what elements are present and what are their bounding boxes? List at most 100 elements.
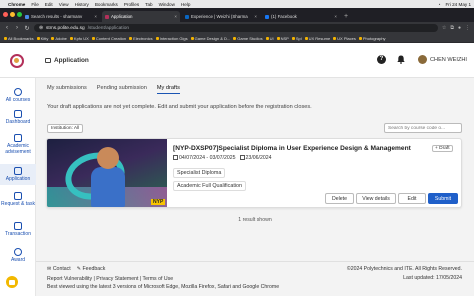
profile-icon[interactable]: ●: [458, 25, 461, 31]
sidebar-item-application[interactable]: Application: [0, 164, 36, 185]
tab-label: Application: [111, 14, 133, 19]
chat-icon[interactable]: [4, 274, 20, 290]
course-date-range: 04/07/2024 - 03/07/2025: [179, 155, 236, 161]
course-type-chip: Specialist Diploma: [173, 168, 226, 178]
bookmark-item[interactable]: Electronics: [129, 36, 153, 41]
bookmark-item[interactable]: UI: [265, 36, 274, 41]
back-icon[interactable]: ‹: [4, 25, 10, 31]
request-icon: [14, 192, 22, 200]
menu-view[interactable]: View: [59, 2, 69, 7]
extensions-icon[interactable]: ⧉: [450, 25, 454, 31]
institution-filter[interactable]: Institution: All: [47, 124, 84, 133]
advisement-icon: [14, 134, 22, 142]
address-bar[interactable]: ⊜ stms.polite.edu.sg/student/application: [34, 24, 438, 32]
view-details-button[interactable]: View details: [356, 193, 396, 204]
menu-file[interactable]: File: [31, 2, 38, 7]
bookmark-item[interactable]: NSP: [276, 36, 289, 41]
bookmark-folder-icon: [304, 36, 308, 40]
feedback-link[interactable]: ✎ Feedback: [77, 266, 106, 272]
reload-icon[interactable]: ↻: [24, 25, 30, 32]
course-search-input[interactable]: [384, 123, 462, 133]
tab-pending-submission[interactable]: Pending submission: [97, 85, 147, 94]
menu-edit[interactable]: Edit: [45, 2, 53, 7]
browser-tab-application[interactable]: Application ×: [102, 11, 180, 22]
close-tab-icon[interactable]: ×: [94, 14, 97, 19]
bookmark-folder-icon: [190, 36, 194, 40]
bookmark-item[interactable]: Content Creation: [91, 36, 126, 41]
tab-favicon-icon: [25, 14, 29, 19]
delete-button[interactable]: Delete: [325, 193, 354, 204]
qualification-chip: Academic Full Qualification: [173, 181, 247, 191]
application-icon: [45, 58, 51, 63]
application-tabs: My submissions Pending submission My dra…: [47, 85, 180, 94]
bookmark-folder-icon: [291, 36, 295, 40]
sidebar-item-dashboard[interactable]: Dashboard: [0, 110, 36, 125]
zoom-window-icon[interactable]: [17, 12, 22, 17]
tab-my-drafts[interactable]: My drafts: [156, 85, 180, 94]
close-tab-icon[interactable]: ×: [334, 14, 337, 19]
wifi-icon[interactable]: ◔: [438, 2, 441, 7]
menu-help[interactable]: Help: [181, 2, 190, 7]
bookmark-item[interactable]: UX Places: [333, 36, 356, 41]
browser-tab-experience[interactable]: Experience | Weizhi (Sharma ×: [182, 11, 260, 22]
page-title: Application: [45, 57, 89, 64]
help-icon[interactable]: ?: [377, 55, 386, 64]
tab-my-submissions[interactable]: My submissions: [47, 85, 87, 94]
sidebar-item-award[interactable]: Award: [0, 248, 36, 263]
new-tab-icon[interactable]: +: [344, 11, 348, 22]
sidebar-item-request-task[interactable]: Request & task: [0, 192, 36, 207]
footer-policy-links[interactable]: Report Vulnerability | Privacy Statement…: [47, 276, 173, 282]
bookmark-folder-icon: [265, 36, 269, 40]
edit-button[interactable]: Edit: [398, 193, 426, 204]
menu-window[interactable]: Window: [159, 2, 175, 7]
bookmark-folder-icon: [4, 36, 7, 40]
bookmark-item[interactable]: Kpfo UX: [69, 36, 89, 41]
sidebar-item-all-courses[interactable]: All courses: [0, 88, 36, 103]
course-thumbnail: [47, 139, 167, 207]
bookmark-item[interactable]: Adobe: [51, 36, 67, 41]
sidebar-item-transaction[interactable]: Transaction: [0, 222, 36, 237]
plus-icon: +: [435, 146, 438, 151]
bookmark-item[interactable]: Kitty: [36, 36, 48, 41]
bookmark-item[interactable]: UX Resume: [304, 36, 330, 41]
menubar-clock[interactable]: Fri 24 May 1: [445, 2, 471, 7]
minimize-window-icon[interactable]: [10, 12, 15, 17]
browser-tab-facebook[interactable]: (1) Facebook ×: [262, 11, 340, 22]
bookmark-item[interactable]: Game Studios: [233, 36, 263, 41]
close-window-icon[interactable]: [3, 12, 8, 17]
close-tab-icon[interactable]: ×: [254, 14, 257, 19]
user-name[interactable]: CHEN WEIZHI: [430, 57, 467, 63]
menu-app[interactable]: Chrome: [8, 2, 25, 7]
bookmark-folder-icon: [36, 36, 40, 40]
star-icon[interactable]: ☆: [442, 25, 446, 31]
award-icon: [14, 248, 22, 256]
bookmark-item[interactable]: Interaction Gigs: [155, 36, 188, 41]
menu-history[interactable]: History: [75, 2, 89, 7]
bookmark-folder-icon: [276, 36, 280, 40]
bookmark-item[interactable]: All Bookmarks: [4, 36, 34, 41]
bookmark-folder-icon: [333, 36, 337, 40]
application-icon: [14, 167, 22, 175]
bookmark-item[interactable]: Photography: [358, 36, 386, 41]
bell-icon[interactable]: [397, 55, 405, 64]
avatar[interactable]: [418, 55, 427, 64]
site-info-icon[interactable]: ⊜: [39, 26, 43, 31]
bookmark-item[interactable]: Spl: [291, 36, 302, 41]
sidebar-item-academic-advisement[interactable]: Academic advisement: [0, 134, 36, 155]
submit-button[interactable]: Submit: [428, 193, 458, 204]
menu-profiles[interactable]: Profiles: [124, 2, 139, 7]
bookmark-folder-icon: [155, 36, 159, 40]
browser-tab-search[interactable]: Search results - sharmanv ×: [22, 11, 100, 22]
forward-icon[interactable]: ›: [14, 25, 20, 31]
bookmark-item[interactable]: Game Design & D...: [190, 36, 230, 41]
menu-bookmarks[interactable]: Bookmarks: [95, 2, 118, 7]
close-tab-icon[interactable]: ×: [174, 14, 177, 19]
app-logo[interactable]: [10, 54, 24, 68]
contact-link[interactable]: ✉ Contact: [47, 266, 71, 272]
menu-tab[interactable]: Tab: [145, 2, 152, 7]
more-icon[interactable]: ⋮: [465, 25, 470, 31]
url-domain: stms.polite.edu.sg: [46, 25, 85, 31]
course-title[interactable]: [NYP-DXSP07]Specialist Diploma in User E…: [173, 145, 411, 152]
feedback-icon: ✎: [76, 266, 82, 272]
window-controls: [3, 12, 22, 17]
